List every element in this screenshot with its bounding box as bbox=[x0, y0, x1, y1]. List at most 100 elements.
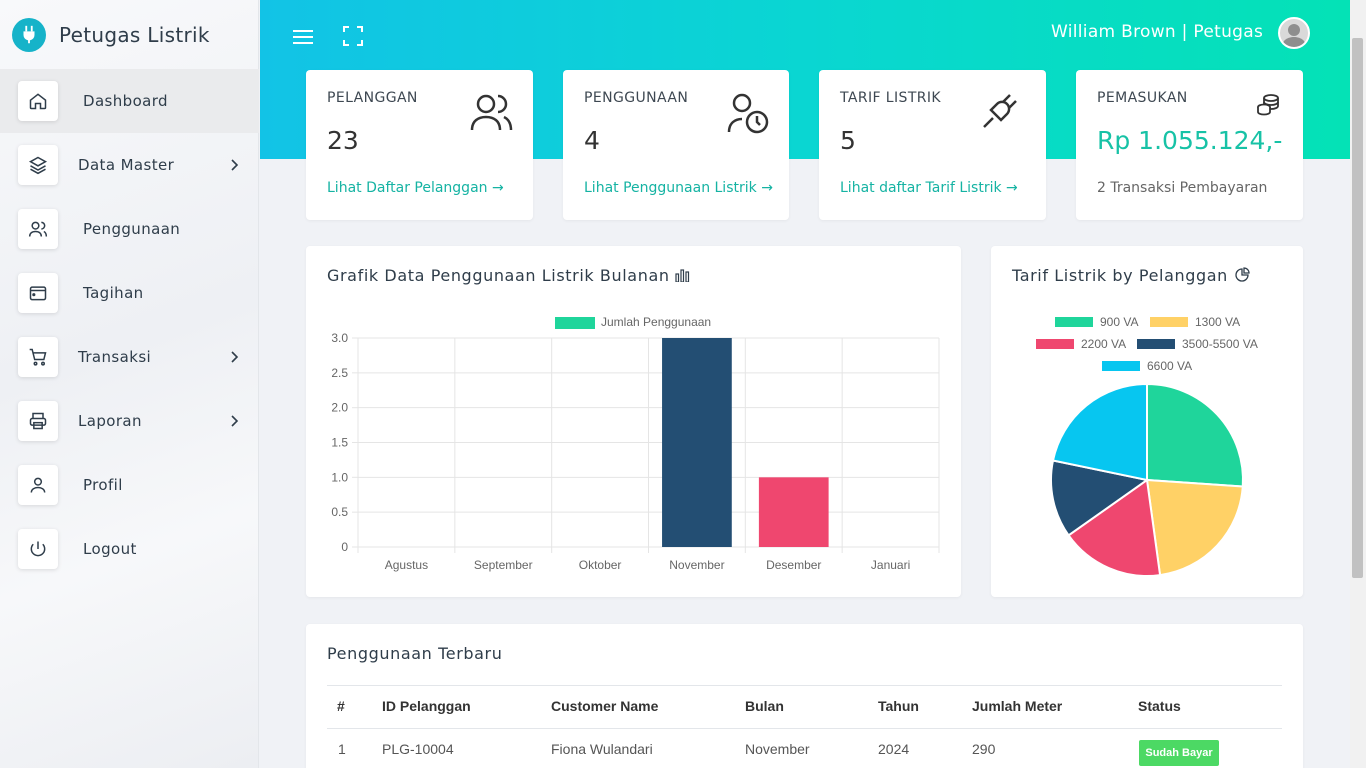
pie-slice bbox=[1145, 478, 1244, 577]
chevron-right-icon bbox=[231, 415, 239, 427]
y-tick-label: 0 bbox=[341, 540, 348, 554]
stat-value: Rp 1.055.124,- bbox=[1097, 126, 1283, 155]
status-badge: Sudah Bayar bbox=[1139, 740, 1219, 766]
x-tick-label: Oktober bbox=[579, 558, 622, 572]
table-cell: PLG-10004 bbox=[382, 741, 454, 757]
table-cell: 1 bbox=[338, 741, 346, 757]
sidebar-item-profil[interactable]: Profil bbox=[0, 453, 259, 517]
home-icon bbox=[18, 81, 58, 121]
stat-card-pemasukan: PEMASUKAN Rp 1.055.124,- 2 Transaksi Pem… bbox=[1076, 70, 1303, 220]
pie-chart: 900 VA 1300 VA 2200 VA 3500-5500 VA 6600 VA bbox=[1036, 315, 1258, 577]
column-header: Tahun bbox=[878, 698, 919, 714]
y-tick-label: 2.0 bbox=[331, 401, 348, 415]
sidebar-item-data-master[interactable]: Data Master bbox=[0, 133, 259, 197]
stat-link[interactable]: Lihat daftar Tarif Listrik → bbox=[840, 180, 1018, 196]
sidebar-item-logout[interactable]: Logout bbox=[0, 517, 259, 581]
stat-card-pelanggan: PELANGGAN 23 Lihat Daftar Pelanggan → bbox=[306, 70, 533, 220]
chevron-right-icon bbox=[231, 351, 239, 363]
table-cell: Fiona Wulandari bbox=[551, 741, 653, 757]
coins-icon bbox=[1257, 94, 1279, 116]
stat-value: 23 bbox=[327, 126, 359, 155]
layers-icon bbox=[18, 145, 58, 185]
stat-title: PELANGGAN bbox=[327, 90, 418, 106]
scrollbar-thumb[interactable] bbox=[1352, 38, 1363, 578]
bar bbox=[758, 477, 829, 547]
avatar[interactable] bbox=[1278, 17, 1310, 49]
brand-title: Petugas Listrik bbox=[59, 23, 210, 47]
legend-label: 1300 VA bbox=[1195, 315, 1240, 329]
cart-icon bbox=[18, 337, 58, 377]
sidebar-item-label: Tagihan bbox=[83, 284, 144, 302]
user-name[interactable]: William Brown | Petugas bbox=[1051, 22, 1263, 42]
column-header: Jumlah Meter bbox=[972, 698, 1063, 714]
column-header: Customer Name bbox=[551, 698, 659, 714]
sidebar-item-label: Logout bbox=[83, 540, 137, 558]
column-header: ID Pelanggan bbox=[382, 698, 471, 714]
legend-label: 3500-5500 VA bbox=[1182, 337, 1258, 351]
stat-value: 4 bbox=[584, 126, 600, 155]
table-cell: November bbox=[745, 741, 810, 757]
y-tick-label: 0.5 bbox=[331, 505, 348, 519]
sidebar-item-dashboard[interactable]: Dashboard bbox=[0, 69, 259, 133]
bar-chart: Jumlah Penggunaan 0 0.5 1.0 1.5 2.0 2.5 3.0 Agus… bbox=[331, 315, 940, 572]
sidebar-item-label: Profil bbox=[83, 476, 123, 494]
stat-title: TARIF LISTRIK bbox=[840, 90, 942, 106]
x-tick-label: Desember bbox=[766, 558, 821, 572]
legend-swatch bbox=[1036, 339, 1074, 349]
legend-label: 900 VA bbox=[1100, 315, 1138, 329]
sidebar-item-laporan[interactable]: Laporan bbox=[0, 389, 259, 453]
users-icon bbox=[18, 209, 58, 249]
stat-link[interactable]: Lihat Penggunaan Listrik → bbox=[584, 180, 773, 196]
legend-label: 2200 VA bbox=[1081, 337, 1126, 351]
table-cell: 2024 bbox=[878, 741, 910, 757]
x-tick-label: September bbox=[474, 558, 533, 572]
hamburger-menu-icon[interactable] bbox=[293, 27, 313, 45]
y-tick-label: 3.0 bbox=[331, 331, 348, 345]
stat-card-penggunaan: PENGGUNAAN 4 Lihat Penggunaan Listrik → bbox=[563, 70, 789, 220]
sidebar-item-tagihan[interactable]: Tagihan bbox=[0, 261, 259, 325]
y-tick-label: 1.5 bbox=[331, 436, 348, 450]
column-header: Status bbox=[1138, 698, 1181, 714]
x-tick-label: November bbox=[669, 558, 724, 572]
legend-label: Jumlah Penggunaan bbox=[601, 315, 711, 329]
legend-swatch bbox=[1055, 317, 1093, 327]
power-icon bbox=[18, 529, 58, 569]
stat-value: 5 bbox=[840, 126, 856, 155]
sidebar-item-label: Transaksi bbox=[78, 348, 152, 366]
plug-logo-icon bbox=[12, 18, 46, 52]
table-cell: 290 bbox=[972, 741, 996, 757]
y-tick-label: 2.5 bbox=[331, 366, 348, 380]
legend-swatch bbox=[555, 317, 595, 329]
table-divider bbox=[327, 685, 1282, 686]
stat-title: PENGGUNAAN bbox=[584, 90, 689, 106]
legend-swatch bbox=[1102, 361, 1140, 371]
fullscreen-icon[interactable] bbox=[343, 26, 363, 46]
sidebar-item-transaksi[interactable]: Transaksi bbox=[0, 325, 259, 389]
legend-label: 6600 VA bbox=[1147, 359, 1192, 373]
column-header: Bulan bbox=[745, 698, 784, 714]
sidebar: Petugas Listrik Dashboard Data Master Pe… bbox=[0, 0, 259, 768]
legend-swatch bbox=[1137, 339, 1175, 349]
y-tick-label: 1.0 bbox=[331, 470, 348, 484]
sidebar-item-label: Penggunaan bbox=[83, 220, 181, 238]
chevron-right-icon bbox=[231, 159, 239, 171]
printer-icon bbox=[18, 401, 58, 441]
plug-icon bbox=[983, 94, 1017, 128]
sidebar-item-label: Dashboard bbox=[83, 92, 168, 110]
user-clock-icon bbox=[727, 93, 769, 134]
sidebar-item-label: Data Master bbox=[78, 156, 175, 174]
wallet-icon bbox=[18, 273, 58, 313]
stat-card-tarif-listrik: TARIF LISTRIK 5 Lihat daftar Tarif Listr… bbox=[819, 70, 1046, 220]
stat-link[interactable]: Lihat Daftar Pelanggan → bbox=[327, 180, 504, 196]
x-tick-label: Agustus bbox=[385, 558, 428, 572]
column-header: # bbox=[337, 698, 345, 714]
brand[interactable]: Petugas Listrik bbox=[0, 0, 258, 70]
sidebar-item-penggunaan[interactable]: Penggunaan bbox=[0, 197, 259, 261]
user-icon bbox=[18, 465, 58, 505]
table-divider bbox=[327, 728, 1282, 729]
pie-slice bbox=[1146, 382, 1244, 488]
stat-title: PEMASUKAN bbox=[1097, 90, 1188, 106]
stat-subtext: 2 Transaksi Pembayaran bbox=[1097, 180, 1268, 196]
sidebar-item-label: Laporan bbox=[78, 412, 142, 430]
bar bbox=[662, 338, 732, 547]
